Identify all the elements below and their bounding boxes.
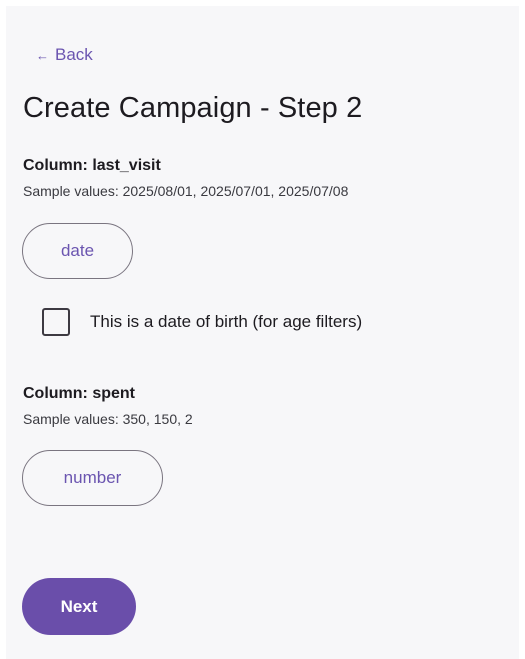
dob-checkbox-row[interactable]: This is a date of birth (for age filters… [42, 308, 362, 336]
column-samples-last-visit: Sample values: 2025/08/01, 2025/07/01, 2… [23, 183, 349, 199]
dob-checkbox[interactable] [42, 308, 70, 336]
back-arrow-icon: ← [36, 47, 49, 63]
column-title-spent: Column: spent [23, 385, 135, 402]
type-button-number[interactable]: number [22, 450, 163, 506]
type-button-date[interactable]: date [22, 223, 133, 279]
next-button[interactable]: Next [22, 578, 136, 635]
back-link[interactable]: ← Back [36, 44, 93, 66]
column-samples-spent: Sample values: 350, 150, 2 [23, 411, 193, 427]
back-label: Back [55, 45, 93, 64]
dob-checkbox-label: This is a date of birth (for age filters… [90, 312, 363, 331]
screen: ← Back Create Campaign - Step 2 Column: … [6, 6, 519, 659]
column-title-last-visit: Column: last_visit [23, 157, 161, 174]
page-title: Create Campaign - Step 2 [23, 92, 363, 124]
